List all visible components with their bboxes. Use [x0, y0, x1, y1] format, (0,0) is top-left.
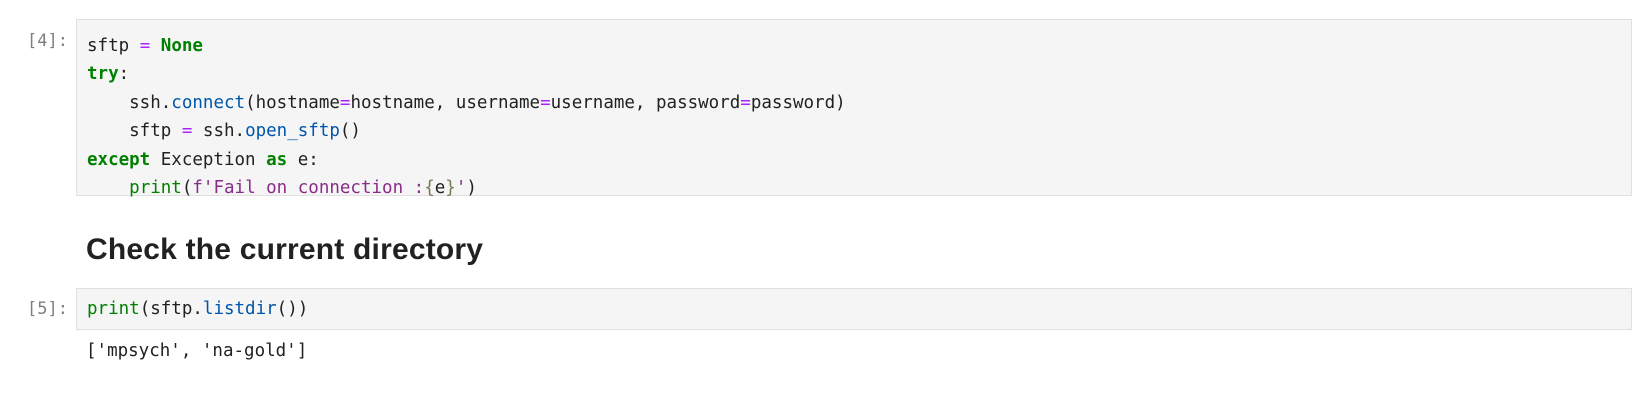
code-token: = [740, 92, 751, 113]
code-line[interactable]: print(f'Fail on connection :{e}') [87, 174, 1631, 202]
code-token: = [181, 121, 193, 142]
code-content[interactable]: print(sftp.listdir()) [77, 295, 1631, 323]
code-token: open_sftp [245, 121, 340, 142]
code-token: ( [181, 177, 193, 198]
code-token: = [540, 92, 551, 113]
code-token: ) [466, 177, 477, 198]
code-token: try [87, 64, 119, 85]
markdown-heading: Check the current directory [86, 233, 484, 266]
code-token: as [266, 149, 288, 170]
execution-count-prompt: [4]: [27, 31, 68, 51]
cell-output: ['mpsych', 'na-gold'] [86, 341, 308, 361]
code-content[interactable]: sftp = None try: ssh.connect(hostname=hos… [77, 32, 1631, 202]
code-token: ()) [276, 299, 309, 319]
code-token: None [160, 36, 203, 56]
code-token: (sftp. [139, 299, 203, 319]
code-token: f'Fail on connection : [192, 177, 425, 198]
code-token: print [87, 299, 140, 319]
code-token: connect [171, 92, 246, 113]
code-token: () [339, 121, 361, 142]
code-line[interactable]: except Exception as e: [87, 146, 1631, 174]
code-token: (hostname [245, 92, 340, 113]
code-token: listdir [202, 299, 277, 319]
code-editor[interactable]: print(sftp.listdir()) [76, 288, 1632, 330]
code-editor[interactable]: sftp = None try: ssh.connect(hostname=hos… [76, 19, 1632, 198]
code-token: except [87, 149, 151, 170]
code-token: } [445, 177, 456, 198]
code-token: print [129, 177, 182, 198]
code-token: e [434, 177, 446, 198]
code-token: ssh. [87, 92, 172, 113]
code-token: sftp [87, 36, 140, 56]
code-token: ssh. [192, 121, 246, 142]
code-token: e: [287, 149, 319, 170]
code-line[interactable]: print(sftp.listdir()) [87, 295, 1631, 323]
code-line[interactable]: try: [87, 60, 1631, 88]
code-token: = [339, 92, 351, 113]
code-token: = [139, 36, 151, 56]
code-token: sftp [87, 121, 182, 142]
code-token: password) [750, 92, 846, 113]
code-token: hostname, username [350, 92, 541, 113]
code-token: username, password [550, 92, 741, 113]
code-token: Exception [150, 149, 267, 170]
code-token: ' [455, 177, 467, 198]
code-line[interactable]: sftp = ssh.open_sftp() [87, 117, 1631, 145]
code-token: : [118, 64, 130, 85]
code-line[interactable]: ssh.connect(hostname=hostname, username=… [87, 89, 1631, 117]
execution-count-prompt: [5]: [27, 299, 68, 319]
code-line[interactable]: sftp = None [87, 32, 1631, 60]
code-token: { [424, 177, 435, 198]
